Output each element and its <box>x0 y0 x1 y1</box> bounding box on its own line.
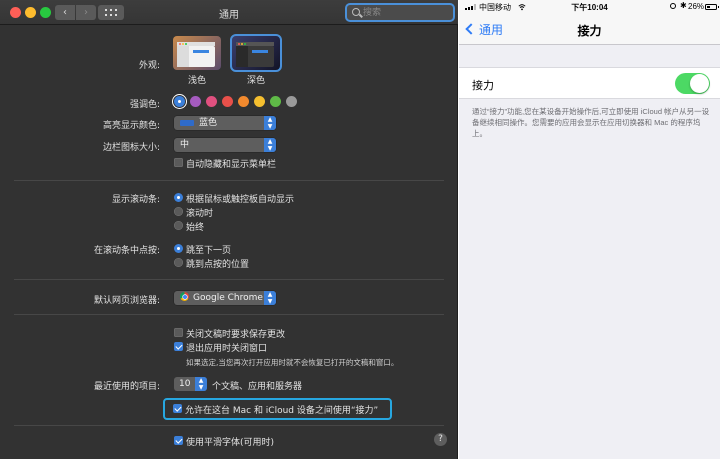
font-smoothing-checkbox[interactable] <box>174 436 183 445</box>
accent-color-swatch[interactable] <box>206 96 217 107</box>
scroll-bars-automatic-radio[interactable] <box>174 193 183 202</box>
scroll-bars-when-scrolling-label: 滚动时 <box>186 209 214 219</box>
battery-percent: 26% <box>688 2 705 11</box>
accent-color-swatch[interactable] <box>238 96 249 107</box>
window-title-bar: ‹ › 通用 <box>0 0 458 25</box>
alarm-icon <box>670 3 676 9</box>
ios-handoff-settings: 中国移动 下午10:04 ✱ 26% 通用 接力 接力 通过“接力”功能,您在某… <box>459 0 720 459</box>
show-scroll-bars-label: 显示滚动条: <box>111 195 160 205</box>
handoff-row: 接力 <box>459 67 720 99</box>
allow-handoff-label: 允许在这台 Mac 和 iCloud 设备之间使用“接力” <box>185 406 379 416</box>
ask-keep-changes-checkbox[interactable] <box>174 328 183 337</box>
handoff-row-label: 接力 <box>472 80 494 92</box>
search-icon <box>352 8 360 16</box>
scroll-bars-when-scrolling-radio[interactable] <box>174 207 183 216</box>
status-bar: 中国移动 下午10:04 ✱ 26% <box>459 0 720 14</box>
divider <box>14 314 444 315</box>
help-button[interactable]: ? <box>434 433 447 446</box>
default-browser-value: Google Chrome <box>193 293 263 303</box>
popup-arrows-icon: ▲ ▼ <box>195 377 207 391</box>
divider <box>14 279 444 280</box>
sidebar-icon-size-popup[interactable]: 中 ▲ ▼ <box>174 138 276 152</box>
divider <box>14 425 444 426</box>
recent-items-suffix: 个文稿、应用和服务器 <box>212 382 303 392</box>
default-browser-label: 默认网页浏览器: <box>93 296 160 306</box>
jump-clicked-spot-label: 跳到点按的位置 <box>186 260 250 270</box>
mac-general-preferences-window: ‹ › 通用 外观: 浅色 深色 强调色: 高亮显示颜色: <box>0 0 458 459</box>
close-windows-note: 如果选定,当您再次打开应用时就不会恢复已打开的文稿和窗口。 <box>186 358 399 367</box>
scroll-bars-automatic-label: 根据鼠标或触控板自动显示 <box>186 195 295 205</box>
handoff-toggle[interactable] <box>675 73 710 94</box>
recent-items-popup[interactable]: 10 ▲ ▼ <box>174 377 207 391</box>
divider <box>14 180 444 181</box>
accent-color-swatch[interactable] <box>190 96 201 107</box>
highlight-color-value: 蓝色 <box>199 118 218 128</box>
close-windows-checkbox[interactable] <box>174 342 183 351</box>
bluetooth-icon: ✱ <box>680 1 687 10</box>
accent-color-swatch[interactable] <box>270 96 281 107</box>
nav-title: 接力 <box>577 24 602 38</box>
jump-next-page-label: 跳至下一页 <box>186 246 232 256</box>
popup-arrows-icon: ▲ ▼ <box>264 291 276 305</box>
ask-keep-changes-label: 关闭文稿时要求保存更改 <box>186 330 286 340</box>
sidebar-icon-size-value: 中 <box>180 140 190 150</box>
appearance-light-caption: 浅色 <box>187 76 206 86</box>
default-browser-popup[interactable]: Google Chrome ▲ ▼ <box>174 291 276 305</box>
appearance-light-thumbnail[interactable] <box>173 36 221 70</box>
accent-color-swatch[interactable] <box>286 96 297 107</box>
accent-color-swatch[interactable] <box>222 96 233 107</box>
scroll-bars-always-radio[interactable] <box>174 221 183 230</box>
popup-arrows-icon: ▲ ▼ <box>264 116 276 130</box>
appearance-label: 外观: <box>138 61 160 71</box>
navigation-bar: 通用 接力 <box>459 14 720 45</box>
scroll-bars-always-label: 始终 <box>186 223 205 233</box>
appearance-dark-thumbnail[interactable] <box>230 34 282 72</box>
recent-items-label: 最近使用的项目: <box>93 382 160 392</box>
sidebar-icon-size-label: 边栏图标大小: <box>102 143 160 153</box>
auto-hide-menu-bar-label: 自动隐藏和显示菜单栏 <box>186 160 277 170</box>
recent-items-value: 10 <box>179 379 191 389</box>
jump-clicked-spot-radio[interactable] <box>174 258 183 267</box>
search-input[interactable] <box>363 6 451 19</box>
highlight-color-swatch <box>180 119 194 126</box>
highlight-color-label: 高亮显示颜色: <box>102 121 160 131</box>
allow-handoff-checkbox[interactable] <box>173 404 182 413</box>
font-smoothing-label: 使用平滑字体(可用时) <box>186 438 275 448</box>
appearance-dark-caption: 深色 <box>246 76 265 86</box>
battery-icon <box>705 4 719 10</box>
auto-hide-menu-bar-checkbox[interactable] <box>174 158 183 167</box>
jump-next-page-radio[interactable] <box>174 244 183 253</box>
click-scroll-bar-label: 在滚动条中点按: <box>93 246 160 256</box>
accent-color-swatch[interactable] <box>174 96 185 107</box>
accent-color-swatch[interactable] <box>254 96 265 107</box>
chrome-icon <box>180 292 189 301</box>
popup-arrows-icon: ▲ ▼ <box>264 138 276 152</box>
handoff-footnote: 通过“接力”功能,您在某设备开始操作后,可立即使用 iCloud 帐户从另一设备… <box>472 107 710 138</box>
close-windows-label: 退出应用时关闭窗口 <box>186 344 268 354</box>
accent-color-label: 强调色: <box>129 100 160 110</box>
search-field[interactable] <box>345 3 455 22</box>
highlight-color-popup[interactable]: 蓝色 ▲ ▼ <box>174 116 276 130</box>
